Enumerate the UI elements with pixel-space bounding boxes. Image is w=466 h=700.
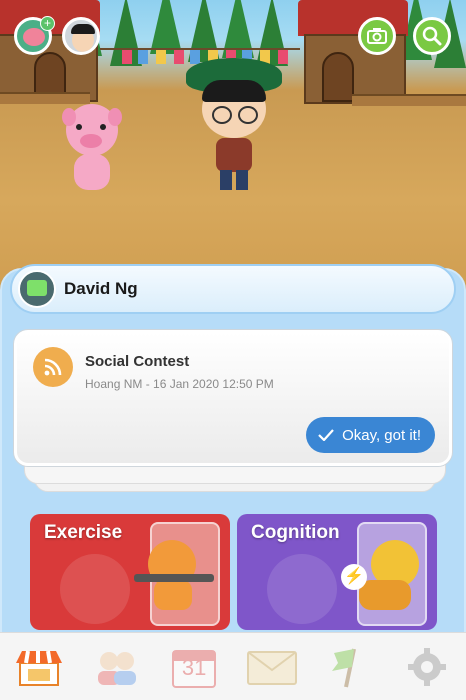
mail-icon bbox=[246, 650, 297, 685]
nav-shop[interactable] bbox=[0, 633, 78, 700]
boy-avatar-icon[interactable] bbox=[62, 17, 100, 55]
calendar-day: 31 bbox=[181, 655, 207, 680]
dragon-mascot-body bbox=[359, 580, 411, 610]
notification-card: Social Contest Hoang NM - 16 Jan 2020 12… bbox=[14, 330, 452, 466]
rss-feed-icon bbox=[33, 347, 73, 387]
fence bbox=[0, 92, 90, 104]
tiger-mascot-body bbox=[154, 580, 192, 610]
nav-flag[interactable] bbox=[311, 633, 389, 700]
fence bbox=[352, 94, 466, 106]
checkmark-icon bbox=[318, 429, 334, 441]
pig-character[interactable] bbox=[60, 104, 124, 194]
confirm-button[interactable]: Okay, got it! bbox=[306, 417, 435, 453]
cognition-tile[interactable]: ⚡ Cognition bbox=[237, 514, 437, 630]
tiger-mascot-shadow bbox=[60, 554, 130, 624]
player-character[interactable] bbox=[186, 58, 282, 194]
dumbbell-icon bbox=[134, 574, 214, 582]
house-door bbox=[322, 52, 354, 102]
dragon-mascot-shadow bbox=[267, 554, 337, 624]
profile-bar[interactable]: David Ng bbox=[10, 264, 456, 314]
notification-title: Social Contest bbox=[85, 353, 190, 370]
camera-button[interactable] bbox=[358, 17, 396, 55]
search-icon bbox=[422, 26, 442, 46]
nav-settings[interactable] bbox=[388, 633, 466, 700]
lightning-icon: ⚡ bbox=[341, 564, 367, 590]
settings-icon bbox=[408, 647, 447, 686]
confirm-label: Okay, got it! bbox=[342, 426, 421, 444]
search-button[interactable] bbox=[413, 17, 451, 55]
cognition-label: Cognition bbox=[251, 522, 340, 543]
nav-mail[interactable] bbox=[233, 633, 311, 700]
exercise-tile[interactable]: Exercise bbox=[30, 514, 230, 630]
notification-meta: Hoang NM - 16 Jan 2020 12:50 PM bbox=[85, 377, 274, 391]
bottom-nav: 31 bbox=[0, 632, 466, 700]
flag-icon bbox=[331, 648, 356, 687]
profile-name: David Ng bbox=[64, 279, 138, 298]
friends-icon bbox=[97, 651, 136, 685]
profile-avatar bbox=[18, 270, 56, 308]
exercise-label: Exercise bbox=[44, 522, 123, 543]
add-badge-icon[interactable]: + bbox=[40, 16, 55, 31]
nav-friends[interactable] bbox=[78, 633, 156, 700]
nav-calendar[interactable]: 31 bbox=[155, 633, 233, 700]
camera-icon bbox=[367, 28, 387, 44]
shop-icon bbox=[15, 650, 62, 686]
pine-tree bbox=[150, 0, 182, 54]
